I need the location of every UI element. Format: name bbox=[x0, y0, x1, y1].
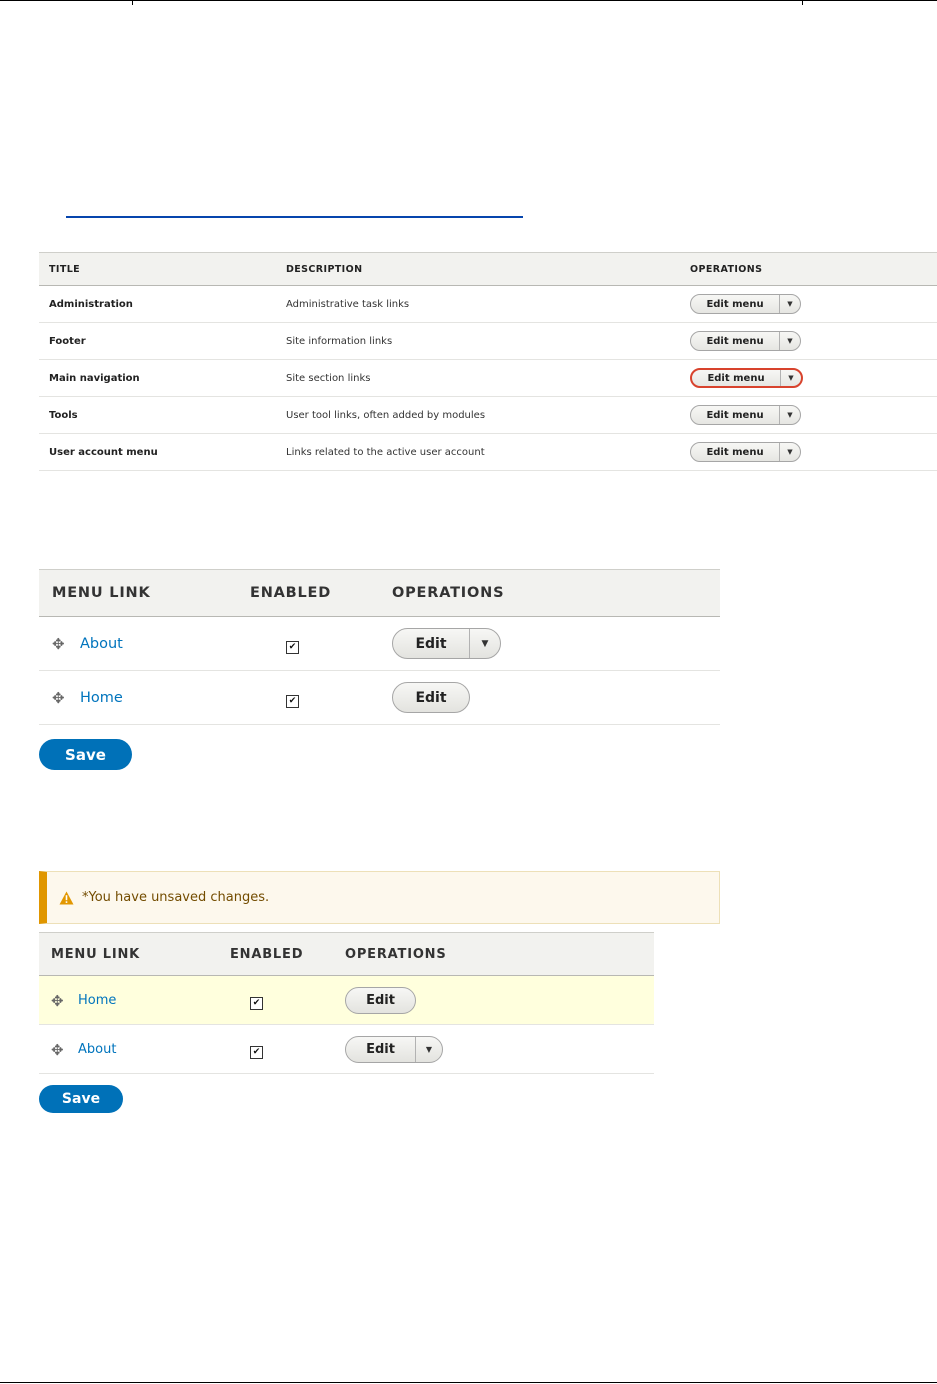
edit-split-button: Edit ▼ bbox=[392, 628, 501, 659]
edit-split-button: Edit bbox=[392, 682, 470, 713]
menu-description: Site information links bbox=[276, 322, 680, 360]
enabled-checkbox[interactable]: ✔ bbox=[286, 640, 299, 654]
enabled-checkbox[interactable]: ✔ bbox=[286, 694, 299, 708]
edit-split-button: Edit bbox=[345, 986, 416, 1014]
table-row: ✥ Home ✔ Edit bbox=[39, 670, 720, 725]
table-row-changed: ✥ Home ✔ Edit bbox=[39, 975, 654, 1025]
page-top-tick-right bbox=[802, 0, 803, 5]
chevron-down-icon[interactable]: ▼ bbox=[780, 443, 800, 461]
drag-handle-icon[interactable]: ✥ bbox=[52, 689, 70, 707]
menus-table-header: TITLE DESCRIPTION OPERATIONS bbox=[39, 252, 937, 286]
drag-handle-icon[interactable]: ✥ bbox=[51, 992, 69, 1010]
menu-operations: Edit menu ▼ bbox=[680, 396, 937, 434]
enabled-cell: ✔ bbox=[250, 616, 392, 671]
chevron-down-icon[interactable]: ▼ bbox=[781, 370, 801, 386]
menu-link-cell: ✥ About bbox=[39, 1024, 230, 1074]
edit-button[interactable]: Edit bbox=[346, 1037, 415, 1062]
chevron-down-icon[interactable]: ▼ bbox=[780, 406, 800, 424]
menu-title: Main navigation bbox=[39, 359, 276, 397]
edit-button[interactable]: Edit bbox=[393, 629, 469, 658]
edit-button[interactable]: Edit bbox=[393, 683, 469, 712]
menu-link-cell: ✥ Home bbox=[39, 975, 230, 1025]
table-row: ✥ About ✔ Edit ▼ bbox=[39, 616, 720, 671]
table-row: Tools User tool links, often added by mo… bbox=[39, 396, 937, 434]
menu-link-about[interactable]: About bbox=[78, 1042, 116, 1057]
menu-title: Administration bbox=[39, 285, 276, 323]
edit-menu-button[interactable]: Edit menu bbox=[691, 443, 780, 461]
edit-menu-button[interactable]: Edit menu bbox=[691, 406, 780, 424]
menu-link-home[interactable]: Home bbox=[78, 993, 116, 1008]
chevron-down-icon[interactable]: ▼ bbox=[415, 1036, 442, 1062]
page-bottom-rule bbox=[0, 1382, 937, 1383]
enabled-cell: ✔ bbox=[230, 975, 345, 1025]
table-row: ✥ About ✔ Edit ▼ bbox=[39, 1024, 654, 1074]
enabled-cell: ✔ bbox=[230, 1024, 345, 1074]
menu-link-cell: ✥ About bbox=[39, 616, 250, 671]
chevron-down-icon[interactable]: ▼ bbox=[780, 295, 800, 313]
col-operations: OPERATIONS bbox=[392, 569, 720, 617]
save-button[interactable]: Save bbox=[39, 739, 132, 770]
menu-links-header: MENU LINK ENABLED OPERATIONS bbox=[39, 569, 720, 617]
col-operations: OPERATIONS bbox=[345, 932, 654, 976]
menu-title: Tools bbox=[39, 396, 276, 434]
col-operations: OPERATIONS bbox=[680, 252, 937, 286]
chevron-down-icon[interactable]: ▼ bbox=[780, 332, 800, 350]
edit-menu-split-button: Edit menu ▼ bbox=[690, 331, 801, 351]
page-top-rule bbox=[0, 0, 937, 1]
edit-menu-split-button-focused: Edit menu ▼ bbox=[690, 368, 803, 388]
enabled-checkbox[interactable]: ✔ bbox=[250, 1046, 263, 1059]
edit-split-button: Edit ▼ bbox=[345, 1035, 443, 1063]
operations-cell: Edit ▼ bbox=[392, 616, 720, 671]
menu-description: Site section links bbox=[276, 359, 680, 397]
edit-menu-button[interactable]: Edit menu bbox=[691, 295, 780, 313]
unsaved-changes-warning: *You have unsaved changes. bbox=[39, 871, 720, 924]
warning-icon bbox=[59, 891, 74, 905]
menu-operations: Edit menu ▼ bbox=[680, 359, 937, 397]
operations-cell: Edit ▼ bbox=[345, 1024, 654, 1074]
col-description: DESCRIPTION bbox=[276, 252, 680, 286]
edit-menu-button[interactable]: Edit menu bbox=[691, 332, 780, 350]
edit-menu-split-button: Edit menu ▼ bbox=[690, 405, 801, 425]
save-button[interactable]: Save bbox=[39, 1085, 123, 1113]
operations-cell: Edit bbox=[345, 975, 654, 1025]
col-enabled: ENABLED bbox=[250, 569, 392, 617]
table-row: Footer Site information links Edit menu … bbox=[39, 322, 937, 360]
table-row: Administration Administrative task links… bbox=[39, 285, 937, 323]
edit-menu-split-button: Edit menu ▼ bbox=[690, 294, 801, 314]
col-enabled: ENABLED bbox=[230, 932, 345, 976]
menu-description: User tool links, often added by modules bbox=[276, 396, 680, 434]
enabled-checkbox[interactable]: ✔ bbox=[250, 997, 263, 1010]
menu-links-header: MENU LINK ENABLED OPERATIONS bbox=[39, 932, 654, 976]
menu-link-home[interactable]: Home bbox=[80, 690, 123, 706]
page-top-tick-left bbox=[132, 0, 133, 5]
menu-links-table-after: MENU LINK ENABLED OPERATIONS ✥ Home ✔ Edi… bbox=[39, 932, 654, 1074]
edit-menu-split-button: Edit menu ▼ bbox=[690, 442, 801, 462]
menu-operations: Edit menu ▼ bbox=[680, 322, 937, 360]
menu-description: Administrative task links bbox=[276, 285, 680, 323]
edit-button[interactable]: Edit bbox=[346, 988, 415, 1013]
menu-description: Links related to the active user account bbox=[276, 433, 680, 471]
document-link-underline[interactable] bbox=[66, 216, 523, 218]
col-menu-link: MENU LINK bbox=[39, 569, 250, 617]
menus-table: TITLE DESCRIPTION OPERATIONS Administrat… bbox=[39, 252, 937, 471]
menu-operations: Edit menu ▼ bbox=[680, 433, 937, 471]
menu-operations: Edit menu ▼ bbox=[680, 285, 937, 323]
warning-message: *You have unsaved changes. bbox=[82, 890, 270, 905]
menu-title: Footer bbox=[39, 322, 276, 360]
menu-title: User account menu bbox=[39, 433, 276, 471]
drag-handle-icon[interactable]: ✥ bbox=[51, 1041, 69, 1059]
menu-link-cell: ✥ Home bbox=[39, 670, 250, 725]
operations-cell: Edit bbox=[392, 670, 720, 725]
chevron-down-icon[interactable]: ▼ bbox=[469, 629, 500, 658]
menu-link-about[interactable]: About bbox=[80, 636, 123, 652]
edit-menu-button[interactable]: Edit menu bbox=[692, 370, 781, 386]
drag-handle-icon[interactable]: ✥ bbox=[52, 635, 70, 653]
menu-links-table-before: MENU LINK ENABLED OPERATIONS ✥ About ✔ Ed… bbox=[39, 569, 720, 725]
table-row: User account menu Links related to the a… bbox=[39, 433, 937, 471]
table-row: Main navigation Site section links Edit … bbox=[39, 359, 937, 397]
col-menu-link: MENU LINK bbox=[39, 932, 230, 976]
enabled-cell: ✔ bbox=[250, 670, 392, 725]
col-title: TITLE bbox=[39, 252, 276, 286]
